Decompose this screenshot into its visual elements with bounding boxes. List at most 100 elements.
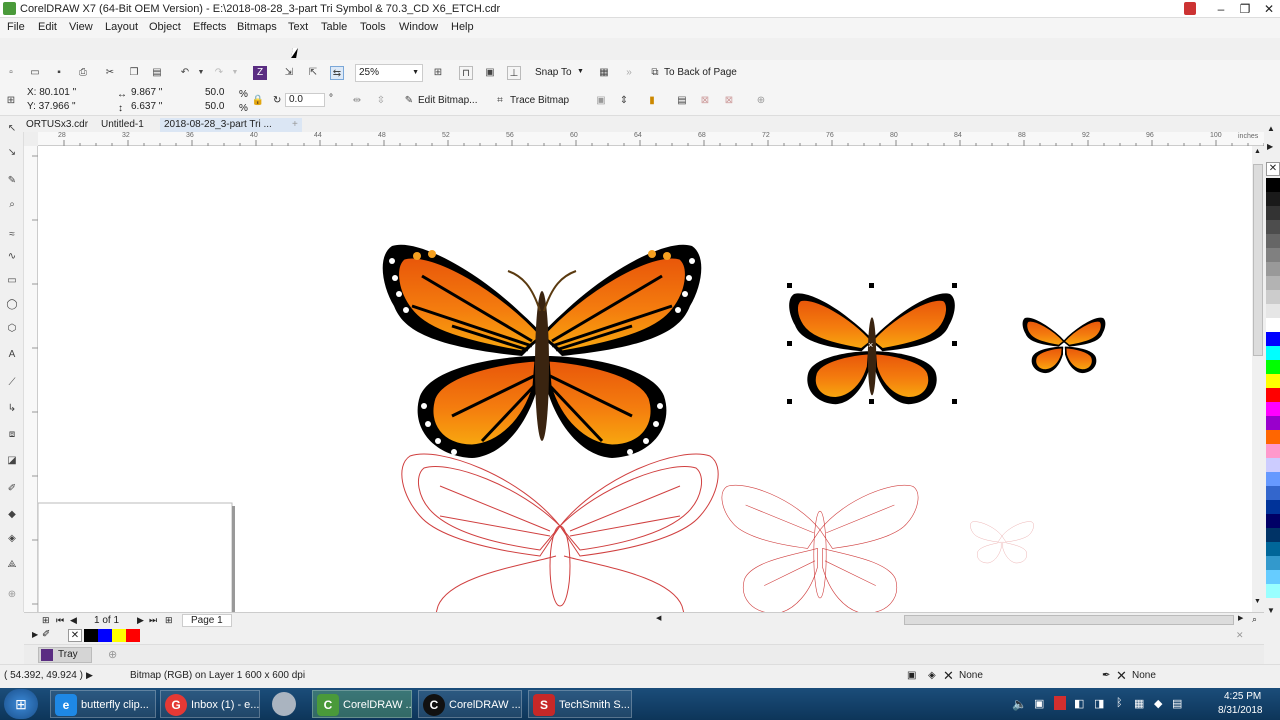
undo-icon[interactable]: ↶ [178, 66, 192, 80]
color-eyedropper-icon[interactable]: ✐ [42, 629, 50, 640]
connector-tool-icon[interactable]: ↳ [5, 402, 19, 416]
update-link-icon[interactable]: ⊠ [722, 94, 736, 108]
butterfly-outline-medium[interactable] [721, 485, 919, 612]
to-back-of-page-button[interactable]: To Back of Page [664, 67, 737, 78]
color-swatch[interactable] [1266, 416, 1280, 430]
tab-ortusx3[interactable]: ORTUSx3.cdr [22, 118, 92, 132]
color-swatch[interactable] [1266, 430, 1280, 444]
page-options-icon[interactable]: ⊞ [42, 615, 50, 626]
status-info-arrow-icon[interactable]: ▶ [86, 670, 93, 681]
ellipse-tool-icon[interactable]: ◯ [5, 298, 19, 312]
menu-edit[interactable]: Edit [38, 21, 57, 33]
lock-ratio-icon[interactable]: 🔒 [251, 94, 265, 108]
corel-connect-icon[interactable]: Z [253, 66, 267, 80]
drawing-canvas[interactable]: × [38, 146, 1252, 612]
color-swatch[interactable] [1266, 234, 1280, 248]
color-swatch[interactable] [1266, 220, 1280, 234]
color-swatch[interactable] [1266, 472, 1280, 486]
palette-scroll-down-icon[interactable]: ▼ [1267, 606, 1275, 615]
close-button[interactable]: ✕ [1258, 0, 1280, 18]
palette-scroll-up-icon[interactable]: ▲ [1267, 124, 1275, 133]
maximize-button[interactable]: ❐ [1234, 0, 1256, 18]
taskbar-chrome-window[interactable]: G Inbox (1) - e... [160, 690, 260, 718]
first-page-icon[interactable]: ⏮ [56, 615, 64, 626]
mirror-vertical-icon[interactable]: ⇳ [374, 94, 388, 108]
taskbar-ie-window[interactable]: e butterfly clip... [50, 690, 156, 718]
document-color-swatch[interactable] [98, 629, 112, 642]
ruler-corner[interactable] [24, 132, 38, 146]
doc-palette-close-icon[interactable]: ✕ [1236, 630, 1244, 641]
import-icon[interactable]: ⇲ [282, 66, 296, 80]
menu-tools[interactable]: Tools [360, 21, 386, 33]
rotation-field[interactable]: 0.0 [285, 93, 325, 107]
color-swatch[interactable] [1266, 318, 1280, 332]
snap-to-chevron-icon[interactable]: ▼ [577, 68, 584, 75]
color-swatch[interactable] [1266, 276, 1280, 290]
outline-pen-icon[interactable]: ⟁ [5, 558, 19, 572]
smart-fill-icon[interactable]: ◈ [5, 532, 19, 546]
document-color-swatch[interactable] [112, 629, 126, 642]
horizontal-scrollbar[interactable]: ◀ ▶ [654, 614, 1248, 627]
open-folder-icon[interactable]: ▭ [28, 66, 42, 80]
snap-to-dropdown[interactable]: Snap To [535, 67, 572, 78]
object-origin-icon[interactable]: ⊞ [4, 94, 18, 108]
artistic-media-icon[interactable]: ∿ [5, 250, 19, 264]
user-icon[interactable] [1184, 2, 1196, 15]
taskbar-date[interactable]: 8/31/2018 [1218, 705, 1263, 716]
color-swatch[interactable] [1266, 500, 1280, 514]
more-chevrons-icon[interactable]: » [622, 66, 636, 80]
redo-dropdown-icon[interactable]: ▼ [228, 66, 242, 80]
color-swatch[interactable] [1266, 206, 1280, 220]
menu-effects[interactable]: Effects [193, 21, 226, 33]
trace-bitmap-button[interactable]: Trace Bitmap [510, 95, 569, 106]
taskbar-coreldraw-window-2[interactable]: C CorelDRAW ... [418, 690, 522, 718]
cut-icon[interactable]: ✂ [103, 66, 117, 80]
zoom-tool-icon[interactable]: ⌕ [5, 198, 19, 212]
tab-active-document[interactable]: 2018-08-28_3-part Tri ... [160, 118, 288, 132]
tray-app-icon-4[interactable]: ▤ [1172, 697, 1182, 710]
scroll-up-arrow-icon[interactable]: ▲ [1254, 148, 1261, 155]
color-swatch[interactable] [1266, 178, 1280, 192]
menu-window[interactable]: Window [399, 21, 438, 33]
horizontal-ruler[interactable]: 28 32 36 40 44 48 52 56 60 64 68 72 76 80 84 88 92 96 100 … [38, 132, 1266, 146]
edit-bitmap-icon[interactable]: ✎ [402, 94, 416, 108]
interactive-fill-icon[interactable]: ◆ [5, 508, 19, 522]
color-swatch[interactable] [1266, 486, 1280, 500]
tray-app-icon-1[interactable]: ▣ [1034, 697, 1044, 710]
last-page-icon[interactable]: ⏭ [149, 615, 157, 626]
transparency-tool-icon[interactable]: ◪ [5, 454, 19, 468]
bluetooth-icon[interactable]: ᛒ [1116, 697, 1123, 709]
taskbar-techsmith-window[interactable]: S TechSmith S... [528, 690, 632, 718]
break-link-icon[interactable]: ⊠ [698, 94, 712, 108]
show-grid-icon[interactable]: ⊥ [507, 66, 521, 80]
volume-icon[interactable]: 🔈 [1012, 697, 1027, 711]
x-position-field[interactable]: X: 80.101 " [24, 87, 106, 101]
palette-flyout-icon[interactable]: ▶ [1267, 142, 1273, 151]
acrobat-icon[interactable] [1054, 696, 1066, 710]
tray-app-icon-3[interactable]: ◨ [1094, 697, 1104, 710]
crop-bitmap-icon[interactable]: ▣ [594, 94, 608, 108]
redo-icon[interactable]: ↷ [212, 66, 226, 80]
color-swatch[interactable] [1266, 290, 1280, 304]
butterfly-large[interactable] [382, 244, 702, 458]
export-icon[interactable]: ⇱ [306, 66, 320, 80]
color-swatch[interactable] [1266, 346, 1280, 360]
color-swatch[interactable] [1266, 514, 1280, 528]
rectangle-tool-icon[interactable]: ▭ [5, 274, 19, 288]
eyedropper-icon[interactable]: ✐ [5, 482, 19, 496]
doc-palette-flyout-icon[interactable]: ▶ [32, 630, 38, 639]
color-swatch[interactable] [1266, 542, 1280, 556]
copy-icon[interactable]: ❐ [127, 66, 141, 80]
scale-width-field[interactable]: 50.0 [202, 87, 236, 101]
color-swatch[interactable] [1266, 262, 1280, 276]
trace-bitmap-icon[interactable]: ⌗ [493, 94, 507, 108]
butterfly-outline-small[interactable] [970, 521, 1034, 564]
tray-app-icon-2[interactable]: ◧ [1074, 697, 1084, 710]
menu-table[interactable]: Table [321, 21, 347, 33]
save-icon[interactable]: ▪ [52, 66, 66, 80]
next-page-icon[interactable]: ▶ [137, 615, 144, 626]
color-proof-icon[interactable]: ▣ [907, 670, 916, 681]
new-document-icon[interactable]: ▫ [4, 66, 18, 80]
options-icon[interactable]: ▦ [597, 66, 611, 80]
dropbox-icon[interactable]: ◆ [1154, 697, 1162, 710]
